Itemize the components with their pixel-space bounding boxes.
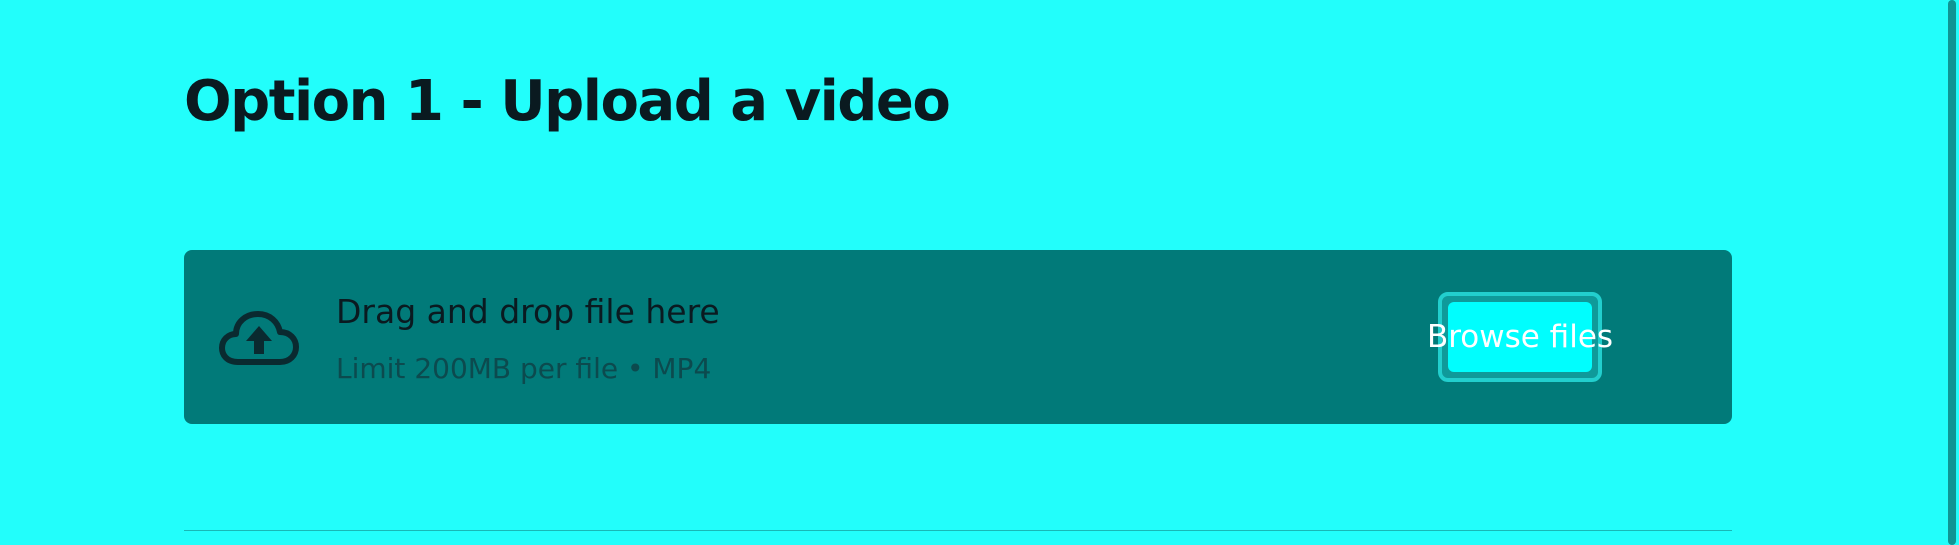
section-divider: [184, 530, 1732, 531]
browse-files-label: Browse files: [1426, 319, 1614, 355]
dropzone-title: Drag and drop file here: [336, 292, 720, 331]
file-dropzone[interactable]: Drag and drop file here Limit 200MB per …: [184, 250, 1732, 424]
browse-files-button[interactable]: Browse files: [1426, 292, 1614, 382]
cloud-upload-icon: [219, 311, 299, 365]
dropzone-limit-text: Limit 200MB per file • MP4: [336, 352, 712, 385]
main-content: Option 1 - Upload a video Drag and drop …: [0, 0, 1945, 545]
page-title: Option 1 - Upload a video: [184, 69, 951, 134]
vertical-scrollbar[interactable]: [1945, 0, 1959, 545]
scrollbar-thumb[interactable]: [1948, 0, 1956, 545]
